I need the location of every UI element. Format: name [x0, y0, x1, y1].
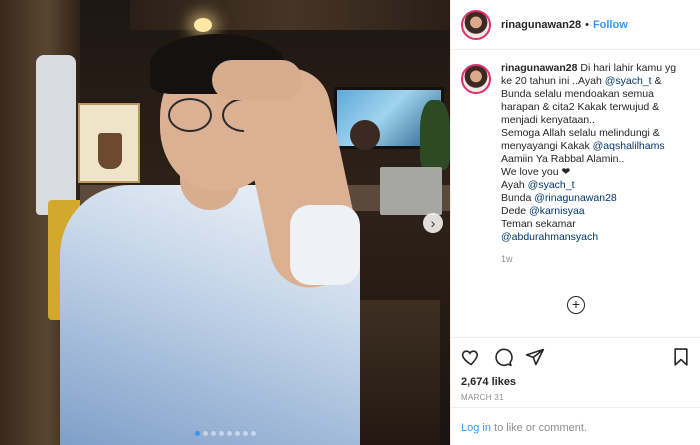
caption-text-part: Teman sekamar — [501, 218, 576, 230]
mention-link[interactable]: @syach_t — [528, 179, 575, 191]
carousel-dot — [218, 431, 224, 436]
post-header: rinagunawan28 • Follow — [451, 0, 700, 50]
header-username[interactable]: rinagunawan28 — [501, 19, 581, 31]
carousel-indicator — [0, 427, 450, 439]
login-prompt-text: to like or comment. — [490, 422, 587, 434]
carousel-dot — [226, 431, 232, 436]
carousel-dot — [242, 431, 248, 436]
avatar[interactable] — [461, 9, 491, 40]
bookmark-icon[interactable] — [671, 347, 691, 367]
mention-link[interactable]: @karnisyaa — [529, 205, 585, 217]
follow-button[interactable]: Follow — [593, 19, 628, 31]
caption-text: rinagunawan28 Di hari lahir kamu yg ke 2… — [501, 62, 690, 266]
chevron-right-icon[interactable]: › — [423, 213, 443, 233]
photo-plant — [420, 100, 450, 170]
photo-planter — [380, 167, 442, 215]
carousel-dot — [202, 431, 208, 436]
comment-icon[interactable] — [493, 347, 513, 367]
post-photo[interactable]: › — [0, 0, 450, 445]
plus-circle-icon[interactable]: + — [567, 296, 585, 314]
caption-block: rinagunawan28 Di hari lahir kamu yg ke 2… — [461, 62, 690, 266]
photo-subject-sleeve — [290, 205, 360, 285]
mention-link[interactable]: @rinagunawan28 — [534, 192, 616, 204]
caption-text-part: We love you ❤ — [501, 166, 571, 178]
photo-poster — [78, 103, 140, 183]
photo-hanging-shirt — [36, 55, 76, 215]
caption-text-part: Ayah — [501, 179, 528, 191]
caption-text-part: Bunda — [501, 192, 535, 204]
avatar[interactable] — [461, 64, 491, 94]
photo-glasses-left — [168, 98, 212, 132]
carousel-dot — [234, 431, 240, 436]
post-date: MARCH 31 — [461, 393, 504, 402]
carousel-dot — [210, 431, 216, 436]
mention-link[interactable]: @aqshalilhams — [593, 140, 665, 152]
photo-ceiling — [130, 0, 450, 30]
caption-username[interactable]: rinagunawan28 — [501, 62, 577, 74]
likes-count[interactable]: 2,674 likes — [461, 376, 691, 388]
carousel-dot — [250, 431, 256, 436]
photo-background-person — [350, 120, 380, 150]
mention-link[interactable]: @syach_t — [605, 75, 652, 87]
login-link[interactable]: Log in — [461, 422, 491, 434]
paper-plane-icon[interactable] — [525, 347, 545, 367]
heart-icon[interactable] — [461, 347, 481, 367]
header-separator: • — [585, 18, 589, 31]
carousel-dot — [194, 431, 200, 436]
login-prompt: Log in to like or comment. — [451, 407, 700, 445]
post-actions: 2,674 likes MARCH 31 — [451, 337, 700, 402]
caption-text-part: Dede — [501, 205, 530, 217]
photo-subject-hand — [212, 60, 302, 100]
post-time-ago[interactable]: 1w — [501, 253, 690, 266]
photo-lamp — [194, 18, 212, 32]
caption-text-part: Aamiin Ya Rabbal Alamin.. — [501, 153, 625, 165]
mention-link[interactable]: @abdurahmansyach — [501, 231, 598, 243]
post-details-panel: rinagunawan28 • Follow rinagunawan28 Di … — [450, 0, 700, 445]
